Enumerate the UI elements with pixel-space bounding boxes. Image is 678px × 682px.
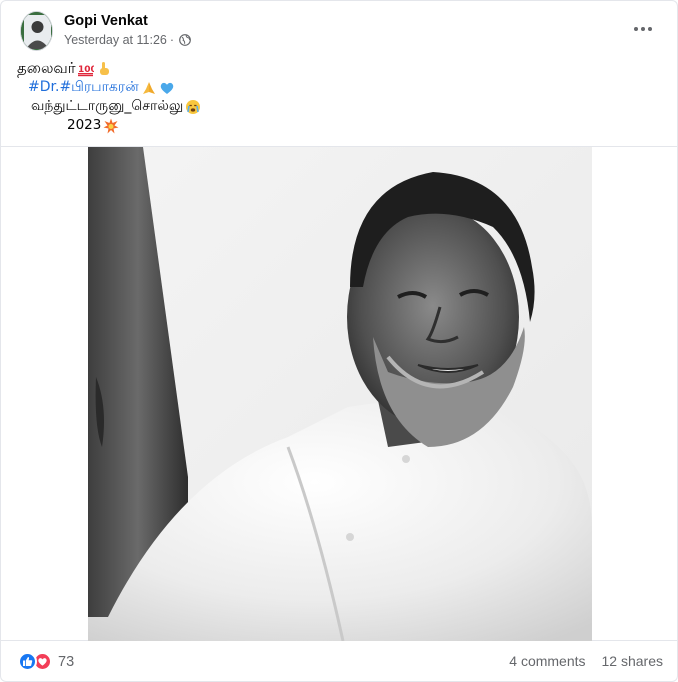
- caption-line-3: வந்துட்டாருனு_சொல்லு: [31, 97, 201, 116]
- hundred-points-emoji: 100: [77, 61, 96, 77]
- caption-text-3: வந்துட்டாருனு_சொல்லு: [31, 98, 184, 114]
- shares-count-link[interactable]: 12 shares: [602, 653, 663, 669]
- post-meta: Yesterday at 11:26 ·: [64, 33, 191, 47]
- caption-text-1: தலைவர்: [17, 59, 76, 77]
- caption-line-1: தலைவர் 100: [17, 59, 201, 78]
- caption-text-4: 2023: [67, 117, 102, 133]
- comments-count-link[interactable]: 4 comments: [509, 653, 585, 669]
- post-caption: தலைவர் 100 #Dr. #பிரபாகரன்: [17, 59, 201, 135]
- folded-hands-emoji: [141, 80, 157, 96]
- like-icon: [18, 652, 37, 671]
- globe-icon[interactable]: [179, 34, 191, 46]
- post-photo[interactable]: [88, 147, 592, 641]
- more-options-button[interactable]: [631, 19, 655, 39]
- hashtag-prabhakaran[interactable]: #பிரபாகரன்: [59, 78, 138, 97]
- author-name[interactable]: Gopi Venkat: [64, 13, 148, 29]
- backhand-index-pointing-down-emoji: [96, 61, 112, 77]
- reaction-count: 73: [58, 653, 75, 670]
- crying-face-emoji: [185, 99, 201, 115]
- post-media-area: [1, 146, 677, 641]
- author-avatar[interactable]: [20, 11, 53, 51]
- post-card: Gopi Venkat Yesterday at 11:26 · தலைவர் …: [0, 0, 678, 682]
- hashtag-dr[interactable]: #Dr.: [28, 78, 59, 97]
- engagement-stats: 4 comments 12 shares: [509, 653, 663, 669]
- caption-line-4: 2023: [67, 116, 201, 135]
- blue-heart-emoji: [159, 80, 175, 96]
- post-timestamp[interactable]: Yesterday at 11:26: [64, 33, 167, 47]
- caption-line-2: #Dr. #பிரபாகரன்: [28, 78, 201, 97]
- meta-separator: ·: [169, 33, 175, 47]
- collision-emoji: [103, 118, 119, 134]
- reactions-summary[interactable]: 73: [18, 652, 74, 671]
- more-horizontal-icon: [634, 27, 638, 31]
